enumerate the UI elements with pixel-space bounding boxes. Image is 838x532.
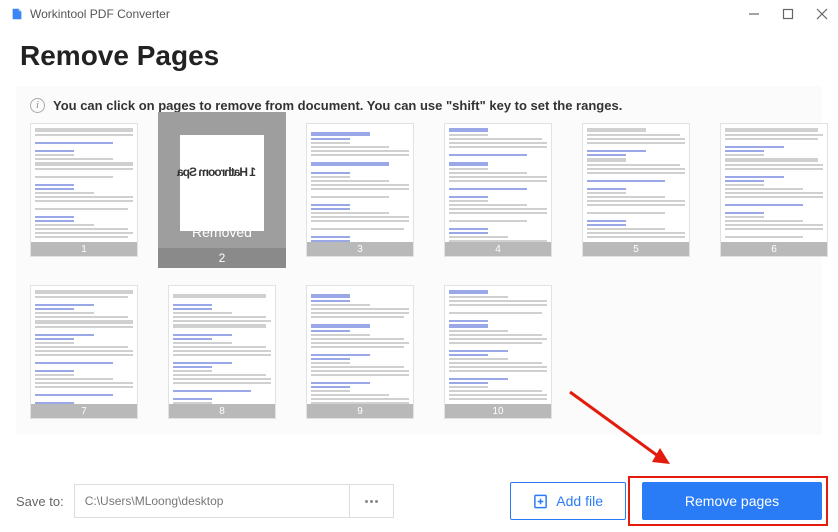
- add-file-label: Add file: [556, 493, 603, 509]
- page-number-label: 5: [583, 242, 689, 256]
- browse-button[interactable]: [349, 485, 393, 517]
- minimize-button[interactable]: [748, 8, 760, 20]
- thumbnail-grid: 1Removed1 Hathroom Spa2345678910: [30, 123, 808, 419]
- page-number-label: 8: [169, 404, 275, 418]
- app-title: Workintool PDF Converter: [30, 7, 170, 21]
- info-icon: i: [30, 98, 45, 113]
- page-thumbnail[interactable]: 6: [720, 123, 828, 257]
- page-thumbnail[interactable]: Removed1 Hathroom Spa2: [158, 112, 286, 268]
- titlebar: Workintool PDF Converter: [0, 0, 838, 28]
- page-number-label: 10: [445, 404, 551, 418]
- page-thumbnail[interactable]: 1: [30, 123, 138, 257]
- add-file-button[interactable]: Add file: [510, 482, 626, 520]
- save-path-input[interactable]: [75, 485, 349, 517]
- save-path-box: [74, 484, 394, 518]
- content-panel: i You can click on pages to remove from …: [16, 86, 822, 435]
- page-number-label: 6: [721, 242, 827, 256]
- close-button[interactable]: [816, 8, 828, 20]
- page-thumbnail[interactable]: 8: [168, 285, 276, 419]
- page-number-label: 9: [307, 404, 413, 418]
- page-thumbnail[interactable]: 7: [30, 285, 138, 419]
- add-file-icon: [533, 494, 548, 509]
- app-logo-icon: [10, 7, 24, 21]
- page-thumbnail[interactable]: 3: [306, 123, 414, 257]
- bottom-bar: Save to: Add file Remove pages: [0, 482, 838, 520]
- page-title: Remove Pages: [0, 28, 838, 86]
- remove-pages-button[interactable]: Remove pages: [642, 482, 822, 520]
- page-thumbnail[interactable]: 4: [444, 123, 552, 257]
- remove-pages-label: Remove pages: [685, 493, 779, 509]
- page-number-label: 4: [445, 242, 551, 256]
- page-number-label: 2: [158, 248, 286, 268]
- save-to-label: Save to:: [16, 494, 64, 509]
- page-thumbnail[interactable]: 10: [444, 285, 552, 419]
- hint-row: i You can click on pages to remove from …: [30, 98, 808, 113]
- page-thumbnail[interactable]: 5: [582, 123, 690, 257]
- page-number-label: 3: [307, 242, 413, 256]
- page-thumbnail[interactable]: 9: [306, 285, 414, 419]
- page-number-label: 7: [31, 404, 137, 418]
- hint-text: You can click on pages to remove from do…: [53, 98, 622, 113]
- maximize-button[interactable]: [782, 8, 794, 20]
- page-number-label: 1: [31, 242, 137, 256]
- window-controls: [748, 8, 828, 20]
